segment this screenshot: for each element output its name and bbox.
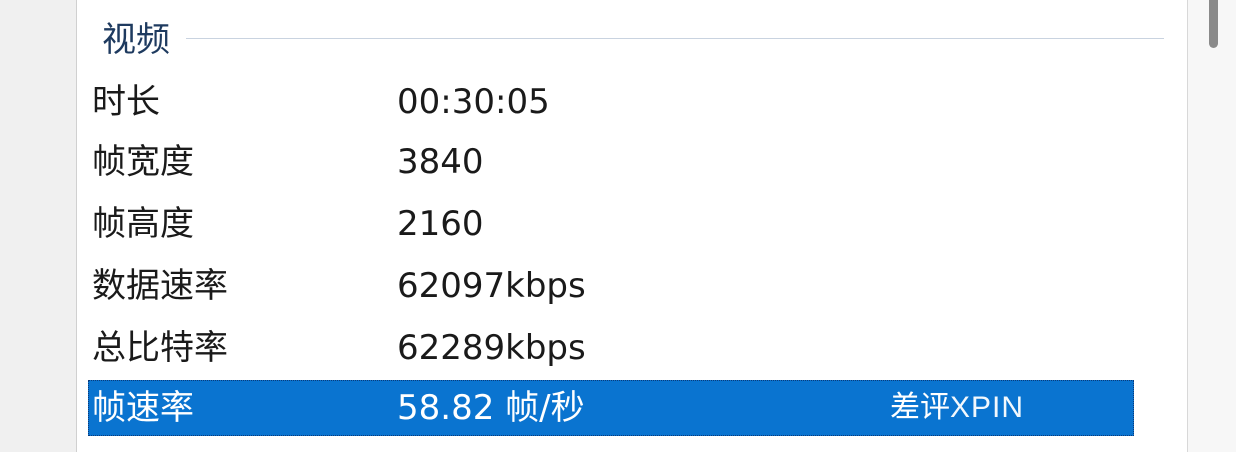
- property-row-frame-height[interactable]: 帧高度 2160: [88, 196, 1134, 252]
- section-title: 视频: [102, 20, 170, 60]
- property-label: 总比特率: [92, 328, 228, 368]
- scrollbar-track[interactable]: [1188, 0, 1236, 452]
- property-value: 00:30:05: [397, 82, 550, 122]
- property-label: 帧高度: [92, 204, 194, 244]
- section-divider: [186, 38, 1164, 39]
- scrollbar-thumb[interactable]: [1209, 0, 1218, 48]
- property-row-total-bitrate[interactable]: 总比特率 62289kbps: [88, 320, 1134, 376]
- watermark: 差评XPIN: [890, 380, 1024, 436]
- property-row-data-rate[interactable]: 数据速率 62097kbps: [88, 258, 1134, 314]
- property-label: 帧速率: [92, 388, 194, 428]
- property-label: 时长: [92, 82, 160, 122]
- property-label: 数据速率: [92, 266, 228, 306]
- property-value: 62289kbps: [397, 328, 586, 368]
- property-value: 3840: [397, 142, 484, 182]
- property-value: 58.82 帧/秒: [397, 388, 585, 428]
- watermark-brand: XPIN: [949, 391, 1024, 424]
- property-value: 2160: [397, 204, 484, 244]
- left-gutter: [0, 0, 76, 452]
- property-value: 62097kbps: [397, 266, 586, 306]
- property-row-frame-rate[interactable]: 帧速率 58.82 帧/秒 差评XPIN: [88, 380, 1134, 436]
- watermark-prefix: 差评: [889, 390, 950, 425]
- property-row-duration[interactable]: 时长 00:30:05: [88, 74, 1134, 130]
- property-row-frame-width[interactable]: 帧宽度 3840: [88, 134, 1134, 190]
- section-header: 视频: [102, 14, 170, 66]
- property-label: 帧宽度: [92, 142, 194, 182]
